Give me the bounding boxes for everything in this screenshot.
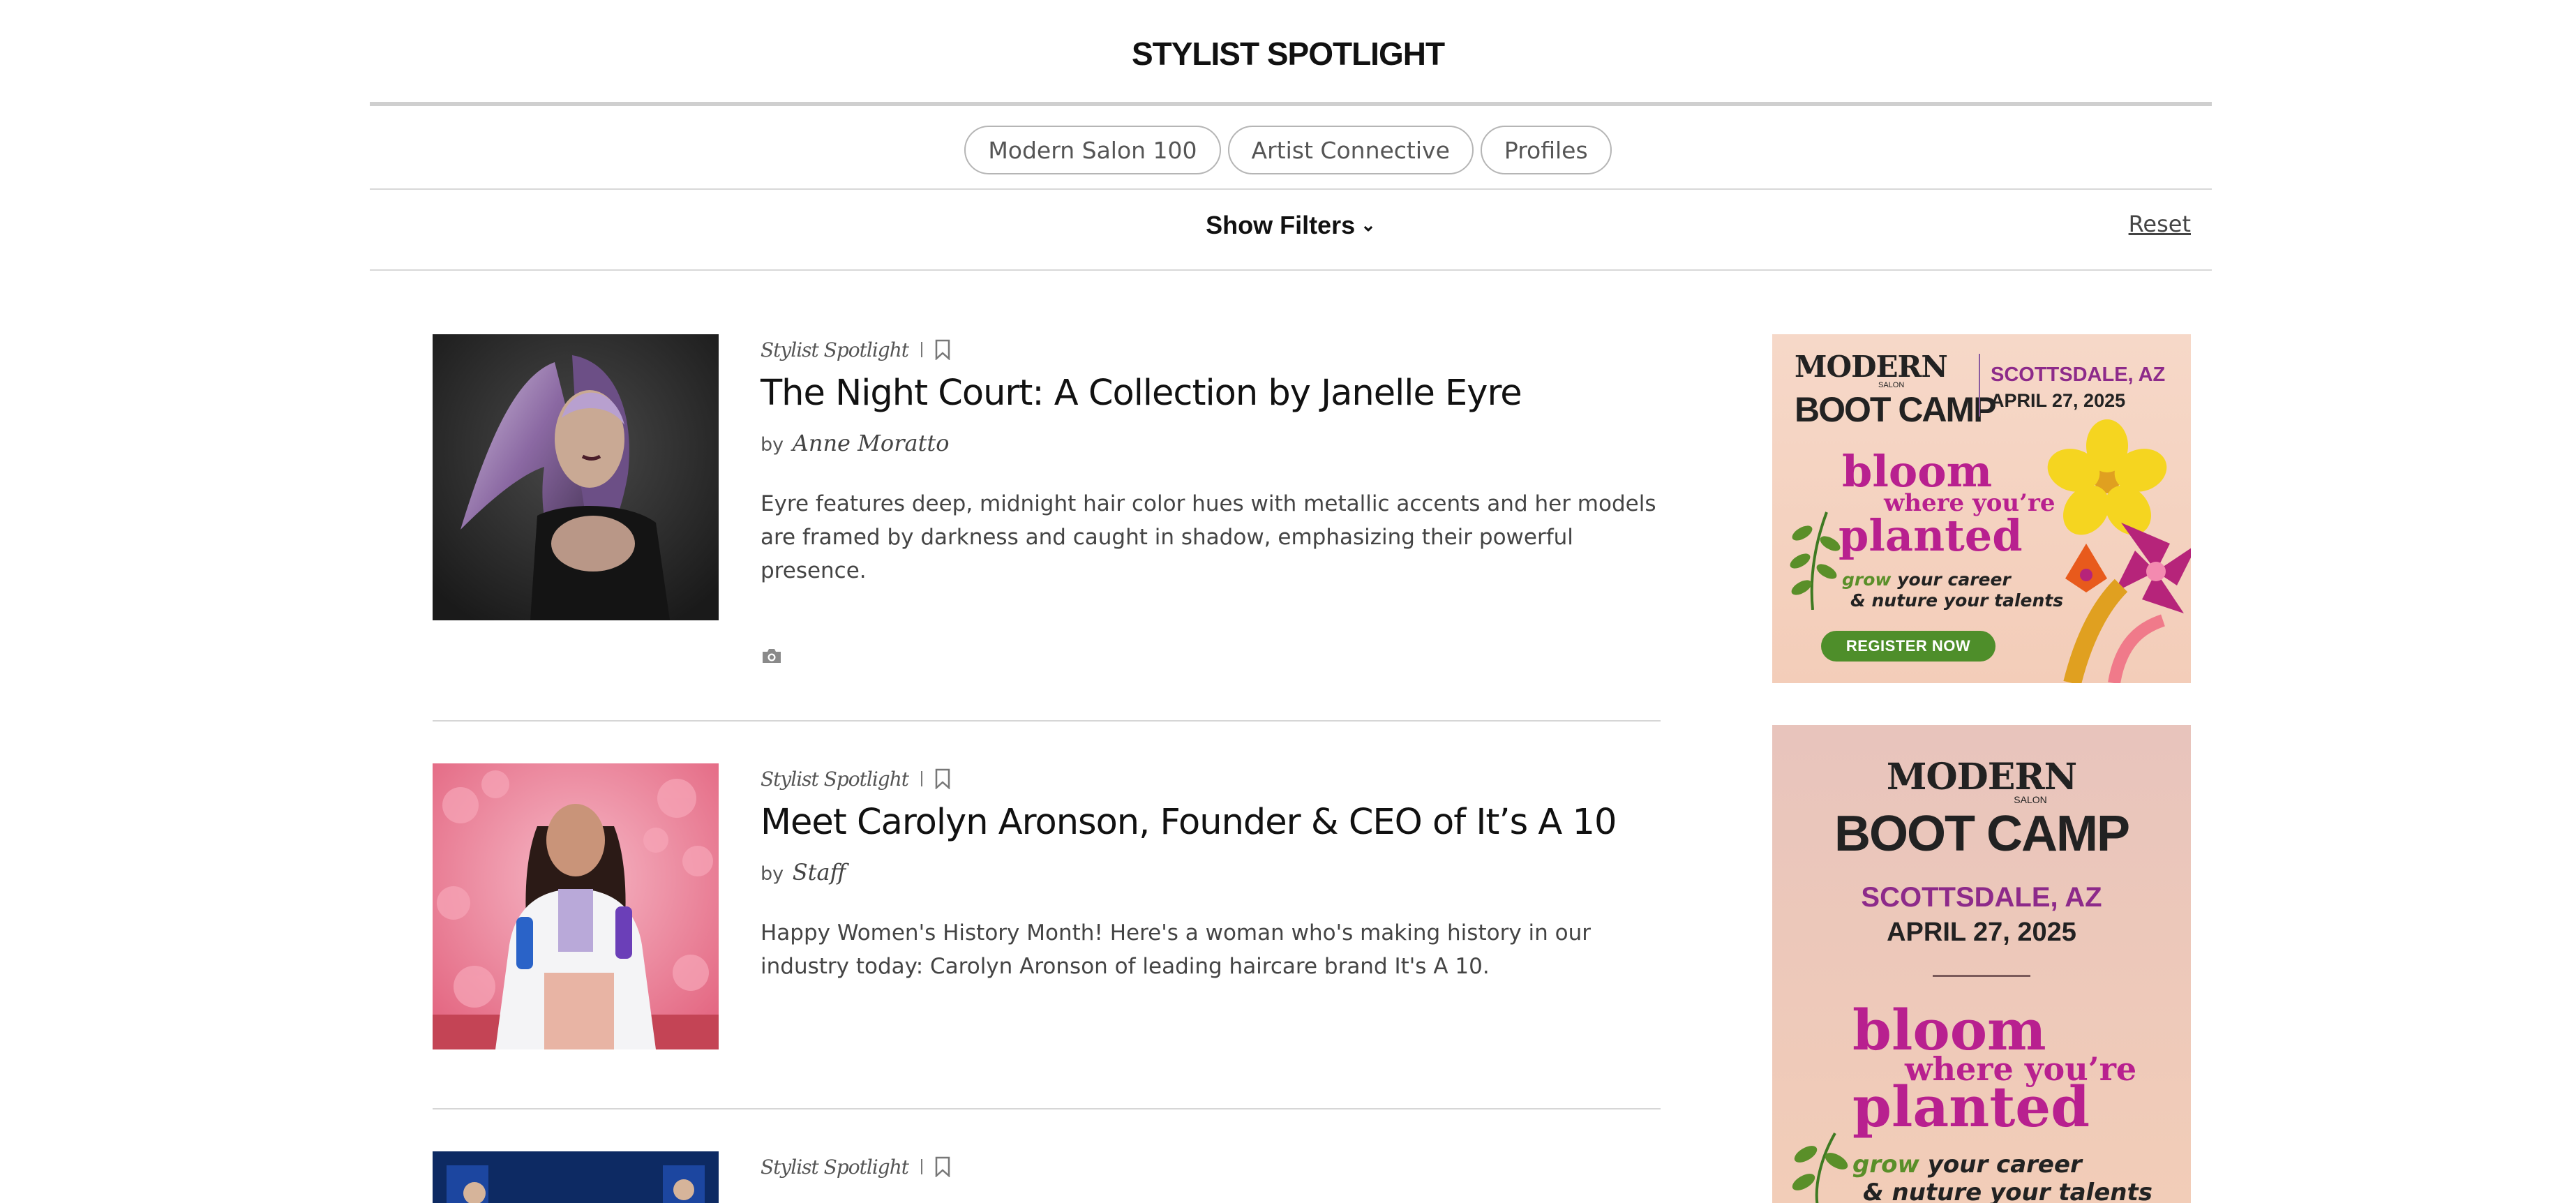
founder-photo-image bbox=[433, 763, 719, 1049]
page-title: STYLIST SPOTLIGHT bbox=[1131, 36, 1445, 72]
ad-date: APRIL 27, 2025 bbox=[1991, 390, 2126, 411]
article-body: Stylist Spotlight The Night Court: A Col… bbox=[761, 334, 1661, 588]
article-meta: Stylist Spotlight bbox=[761, 334, 1661, 365]
article-byline: by Anne Moratto bbox=[761, 430, 1661, 456]
byline-prefix: by bbox=[761, 434, 784, 456]
article-byline: by Staff bbox=[761, 859, 1661, 886]
show-filters-label: Show Filters bbox=[1206, 211, 1356, 239]
ad-divider bbox=[1933, 975, 2030, 977]
chevron-down-icon: ⌄ bbox=[1361, 214, 1376, 235]
meta-separator bbox=[921, 1159, 923, 1174]
byline-prefix: by bbox=[761, 863, 784, 886]
ad-headline-planted: planted bbox=[1839, 510, 2023, 561]
pill-modern-salon-100[interactable]: Modern Salon 100 bbox=[964, 126, 1221, 174]
ad-subline-2: & nuture your talents bbox=[1863, 1179, 2152, 1203]
ad-logo-bootcamp: BOOT CAMP bbox=[1795, 390, 1997, 429]
ad-logo-modern: MODERN bbox=[1795, 350, 1948, 384]
article-meta: Stylist Spotlight bbox=[761, 1151, 1661, 1182]
bookmark-icon[interactable] bbox=[935, 1156, 950, 1177]
article-card: Stylist Spotlight The Night Court: A Col… bbox=[433, 334, 1661, 725]
page: STYLIST SPOTLIGHT Modern Salon 100 Artis… bbox=[0, 0, 2576, 1203]
title-divider bbox=[370, 102, 2212, 106]
article-body: Stylist Spotlight bbox=[761, 1151, 1661, 1182]
reset-link[interactable]: Reset bbox=[2129, 211, 2191, 237]
meta-separator bbox=[921, 342, 923, 357]
hair-model-image bbox=[433, 334, 719, 620]
sidebar-ad-bootcamp[interactable]: MODERN SALON BOOT CAMP SCOTTSDALE, AZ AP… bbox=[1772, 334, 2191, 683]
ad-subline-1: grow your career bbox=[1842, 569, 2011, 590]
ad-headline-planted: planted bbox=[1852, 1074, 2090, 1140]
filters-bar: Show Filters ⌄ Reset bbox=[370, 190, 2212, 269]
sidebar-ad-bootcamp[interactable]: MODERN SALON BOOT CAMP SCOTTSDALE, AZ AP… bbox=[1772, 725, 2191, 1203]
article-author[interactable]: Staff bbox=[793, 859, 846, 886]
bookmark-icon[interactable] bbox=[935, 339, 950, 360]
article-title[interactable]: The Night Court: A Collection by Janelle… bbox=[761, 372, 1661, 414]
show-filters-toggle[interactable]: Show Filters ⌄ bbox=[370, 211, 2212, 240]
article-author[interactable]: Anne Moratto bbox=[793, 430, 950, 456]
article-card: Stylist Spotlight bbox=[433, 1151, 1661, 1203]
article-excerpt: Happy Women's History Month! Here's a wo… bbox=[761, 920, 1591, 980]
article-thumbnail[interactable] bbox=[433, 1151, 719, 1203]
bookmark-icon[interactable] bbox=[935, 768, 950, 789]
ad-vertical-divider bbox=[1979, 354, 1980, 417]
ad-logo-bootcamp: BOOT CAMP bbox=[1834, 806, 2130, 862]
leaf-icon bbox=[1792, 1133, 1848, 1203]
pill-profiles[interactable]: Profiles bbox=[1480, 126, 1612, 174]
ad-city: SCOTTSDALE, AZ bbox=[1861, 882, 2102, 913]
article-category[interactable]: Stylist Spotlight bbox=[761, 1156, 909, 1179]
ad-city: SCOTTSDALE, AZ bbox=[1991, 364, 2166, 386]
ad-subline-1: grow your career bbox=[1852, 1151, 2082, 1179]
ad-logo: MODERN SALON BOOT CAMP bbox=[1772, 756, 2191, 862]
category-pills: Modern Salon 100 Artist Connective Profi… bbox=[0, 126, 2576, 174]
flower-illustration-icon bbox=[2047, 419, 2191, 683]
article-card: Stylist Spotlight Meet Carolyn Aronson, … bbox=[433, 763, 1661, 1112]
ad-grow-word: grow bbox=[1852, 1151, 1919, 1179]
article-category[interactable]: Stylist Spotlight bbox=[761, 768, 909, 791]
article-category[interactable]: Stylist Spotlight bbox=[761, 338, 909, 361]
ad-date: APRIL 27, 2025 bbox=[1887, 918, 2076, 947]
ad-logo: MODERN SALON BOOT CAMP bbox=[1795, 350, 1997, 430]
ad-logo-modern: MODERN bbox=[1886, 756, 2077, 798]
article-thumbnail[interactable] bbox=[433, 334, 719, 620]
article-divider bbox=[433, 1108, 1661, 1109]
article-excerpt: Eyre features deep, midnight hair color … bbox=[761, 491, 1656, 584]
ad-subline-career: your career bbox=[1897, 569, 2011, 590]
article-thumbnail[interactable] bbox=[433, 763, 719, 1049]
meta-separator bbox=[921, 771, 923, 786]
leaf-icon bbox=[1790, 511, 1841, 610]
register-now-button[interactable]: REGISTER NOW bbox=[1821, 631, 1995, 662]
camera-icon bbox=[763, 649, 781, 663]
ad-subline-career: your career bbox=[1927, 1151, 2082, 1179]
stage-photo-image bbox=[433, 1151, 719, 1203]
ad-subline-2: & nuture your talents bbox=[1850, 590, 2064, 611]
article-title[interactable]: Meet Carolyn Aronson, Founder & CEO of I… bbox=[761, 801, 1661, 844]
article-meta: Stylist Spotlight bbox=[761, 763, 1661, 794]
article-body: Stylist Spotlight Meet Carolyn Aronson, … bbox=[761, 763, 1661, 983]
pill-artist-connective[interactable]: Artist Connective bbox=[1227, 126, 1474, 174]
article-divider bbox=[433, 720, 1661, 722]
filters-bottom-divider bbox=[370, 269, 2212, 271]
ad-grow-word: grow bbox=[1842, 569, 1892, 590]
